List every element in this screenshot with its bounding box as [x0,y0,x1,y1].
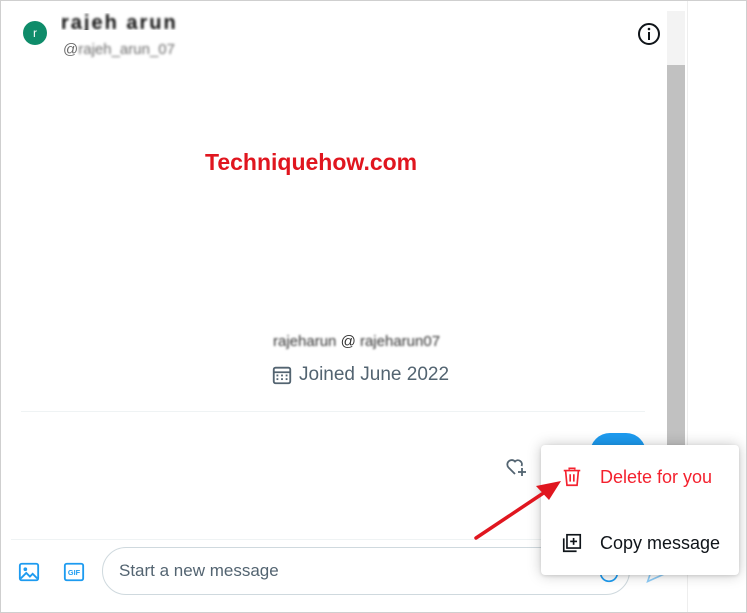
copy-icon [562,533,582,553]
calendar-icon [272,366,292,385]
copy-message-menu-item[interactable]: Copy message [541,515,739,571]
display-name[interactable]: rajeh arun [61,13,179,30]
scrollbar-top [667,11,685,65]
add-reaction-icon[interactable] [504,454,528,478]
message-context-menu: Delete for you Copy message [541,445,739,575]
delete-for-you-label: Delete for you [600,466,713,487]
gif-icon[interactable]: GIF [63,561,85,583]
info-circle-icon[interactable] [637,22,661,46]
joined-label: Joined June 2022 [299,364,450,385]
delete-for-you-menu-item[interactable]: Delete for you [541,449,739,505]
watermark-text: Techniquehow.com [205,149,418,175]
divider [21,411,645,412]
joined-date: Joined June 2022 [271,363,449,387]
profile-handle: rajeharun @ rajeharun07 [273,333,441,350]
copy-message-label: Copy message [600,532,721,553]
avatar[interactable]: r [23,21,47,45]
app-frame: r rajeh arun @rajeh_arun_07 Techniquehow… [0,0,747,613]
trash-icon [563,467,581,487]
image-icon[interactable] [18,561,40,583]
avatar-initial: r [33,26,37,40]
svg-text:GIF: GIF [68,568,81,577]
user-handle: @rajeh_arun_07 [63,41,175,58]
